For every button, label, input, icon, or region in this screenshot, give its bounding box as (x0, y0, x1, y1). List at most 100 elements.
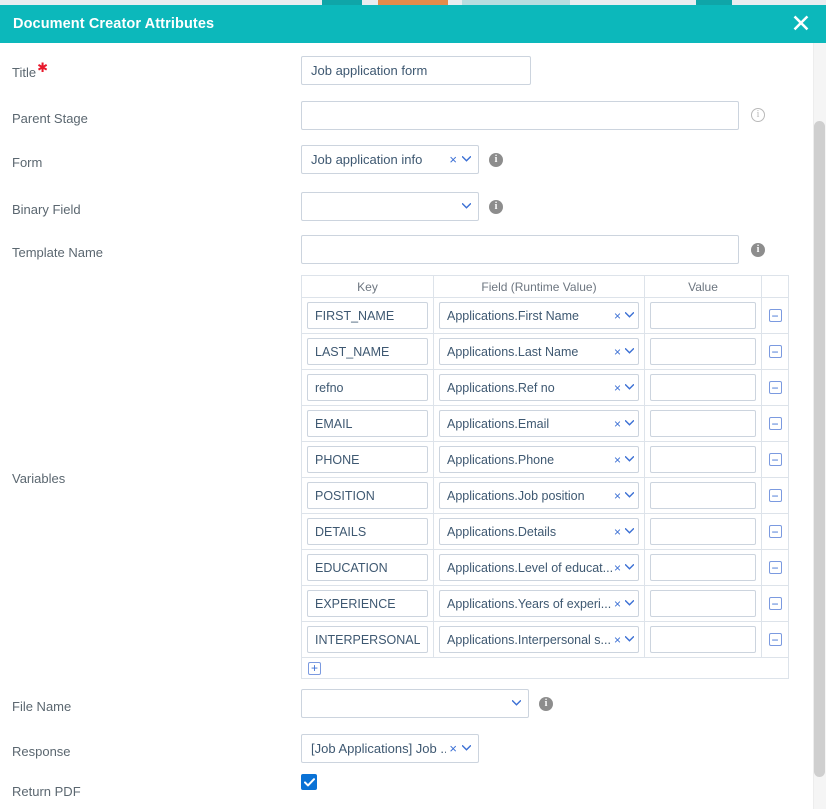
remove-variable-row-button[interactable]: − (769, 417, 782, 430)
variable-value-input[interactable] (650, 554, 756, 581)
binary-field-label: Binary Field (12, 202, 81, 217)
variable-key-input[interactable] (307, 518, 428, 545)
document-creator-dialog: Document Creator Attributes ✕ Title✱ Par… (0, 0, 826, 809)
variable-field-select[interactable]: Applications.Years of experi...× (439, 590, 639, 617)
remove-variable-row-button[interactable]: − (769, 489, 782, 502)
variable-key-input[interactable] (307, 410, 428, 437)
variable-field-clear-icon[interactable]: × (612, 417, 625, 431)
chevron-down-icon[interactable] (625, 599, 634, 609)
return-pdf-checkbox[interactable] (301, 774, 317, 790)
file-name-info-icon[interactable]: i (539, 697, 553, 711)
cell-value (645, 370, 762, 405)
chevron-down-icon[interactable] (625, 527, 634, 537)
variable-field-select[interactable]: Applications.Email× (439, 410, 639, 437)
remove-variable-row-button[interactable]: − (769, 453, 782, 466)
variable-key-input[interactable] (307, 338, 428, 365)
add-variable-row-button[interactable]: + (308, 662, 321, 675)
variable-field-select[interactable]: Applications.Level of educat...× (439, 554, 639, 581)
variable-key-input[interactable] (307, 554, 428, 581)
cell-actions: − (762, 406, 788, 441)
variable-field-value: Applications.Email (447, 417, 612, 431)
scrollbar-track[interactable] (813, 43, 826, 809)
form-select[interactable]: Job application info × (301, 145, 479, 174)
variable-field-clear-icon[interactable]: × (612, 561, 625, 575)
variables-label: Variables (12, 471, 65, 486)
parent-stage-input[interactable] (301, 101, 739, 130)
chevron-down-icon[interactable] (462, 743, 471, 754)
variable-key-input[interactable] (307, 374, 428, 401)
variable-key-input[interactable] (307, 626, 428, 653)
remove-variable-row-button[interactable]: − (769, 309, 782, 322)
chevron-down-icon[interactable] (625, 383, 634, 393)
variable-key-input[interactable] (307, 482, 428, 509)
variable-field-clear-icon[interactable]: × (612, 345, 625, 359)
form-select-value: Job application info (311, 152, 446, 167)
variable-field-clear-icon[interactable]: × (612, 633, 625, 647)
remove-variable-row-button[interactable]: − (769, 345, 782, 358)
variable-value-input[interactable] (650, 590, 756, 617)
form-clear-icon[interactable]: × (446, 152, 462, 167)
file-name-select[interactable] (301, 689, 529, 718)
variable-field-clear-icon[interactable]: × (612, 453, 625, 467)
remove-variable-row-button[interactable]: − (769, 525, 782, 538)
response-select[interactable]: [Job Applications] Job ... × (301, 734, 479, 763)
variable-field-select[interactable]: Applications.Details× (439, 518, 639, 545)
remove-variable-row-button[interactable]: − (769, 561, 782, 574)
chevron-down-icon[interactable] (625, 455, 634, 465)
variable-field-clear-icon[interactable]: × (612, 381, 625, 395)
variable-key-input[interactable] (307, 302, 428, 329)
variable-field-clear-icon[interactable]: × (612, 597, 625, 611)
remove-variable-row-button[interactable]: − (769, 597, 782, 610)
variable-field-select[interactable]: Applications.Last Name× (439, 338, 639, 365)
chevron-down-icon[interactable] (625, 311, 634, 321)
variable-value-input[interactable] (650, 626, 756, 653)
variable-value-input[interactable] (650, 338, 756, 365)
variable-field-select[interactable]: Applications.First Name× (439, 302, 639, 329)
chevron-down-icon[interactable] (625, 635, 634, 645)
variable-value-input[interactable] (650, 518, 756, 545)
scrollbar-thumb[interactable] (814, 121, 825, 777)
chevron-down-icon[interactable] (512, 698, 521, 709)
variables-grid-footer: + (302, 658, 788, 678)
variable-value-input[interactable] (650, 302, 756, 329)
template-name-input[interactable] (301, 235, 739, 264)
form-info-icon[interactable]: i (489, 153, 503, 167)
variable-field-clear-icon[interactable]: × (612, 525, 625, 539)
variable-value-input[interactable] (650, 410, 756, 437)
variable-field-clear-icon[interactable]: × (612, 309, 625, 323)
chevron-down-icon[interactable] (462, 201, 471, 212)
chevron-down-icon[interactable] (625, 563, 634, 573)
cell-field: Applications.Details× (434, 514, 645, 549)
variable-field-value: Applications.First Name (447, 309, 612, 323)
variable-field-value: Applications.Last Name (447, 345, 612, 359)
close-icon[interactable]: ✕ (782, 5, 826, 43)
table-row: Applications.Email× − (302, 406, 788, 442)
table-row: Applications.Level of educat...× − (302, 550, 788, 586)
binary-field-info-icon[interactable]: i (489, 200, 503, 214)
variable-field-select[interactable]: Applications.Job position× (439, 482, 639, 509)
variable-field-value: Applications.Years of experi... (447, 597, 612, 611)
title-input[interactable] (301, 56, 531, 85)
chevron-down-icon[interactable] (462, 154, 471, 165)
form-label: Form (12, 155, 42, 170)
variable-field-clear-icon[interactable]: × (612, 489, 625, 503)
template-name-info-icon[interactable]: i (751, 243, 765, 257)
binary-field-select[interactable] (301, 192, 479, 221)
variable-value-input[interactable] (650, 482, 756, 509)
parent-stage-info-icon[interactable]: i (751, 108, 765, 122)
chevron-down-icon[interactable] (625, 491, 634, 501)
table-row: Applications.Years of experi...× − (302, 586, 788, 622)
variable-field-select[interactable]: Applications.Ref no× (439, 374, 639, 401)
variable-value-input[interactable] (650, 446, 756, 473)
response-clear-icon[interactable]: × (446, 741, 462, 756)
remove-variable-row-button[interactable]: − (769, 633, 782, 646)
chevron-down-icon[interactable] (625, 347, 634, 357)
cell-value (645, 442, 762, 477)
variable-field-select[interactable]: Applications.Phone× (439, 446, 639, 473)
variable-key-input[interactable] (307, 446, 428, 473)
chevron-down-icon[interactable] (625, 419, 634, 429)
remove-variable-row-button[interactable]: − (769, 381, 782, 394)
variable-key-input[interactable] (307, 590, 428, 617)
variable-field-select[interactable]: Applications.Interpersonal s...× (439, 626, 639, 653)
variable-value-input[interactable] (650, 374, 756, 401)
